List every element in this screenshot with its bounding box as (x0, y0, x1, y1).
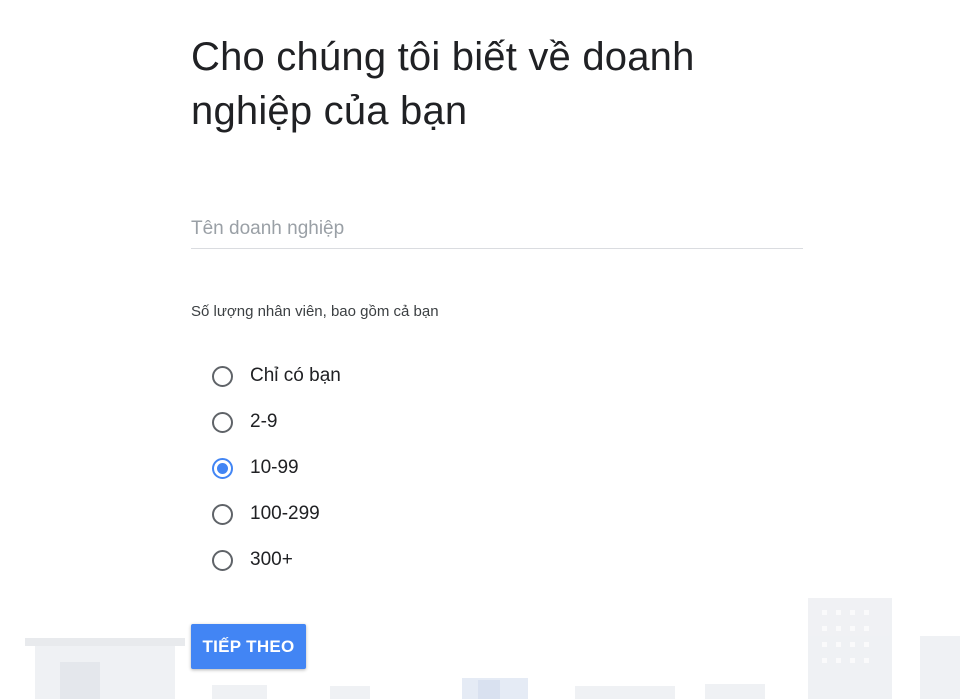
radio-button-icon[interactable] (212, 503, 233, 525)
radio-option-label: 10-99 (250, 457, 299, 478)
radio-button-icon[interactable] (212, 411, 233, 433)
city-skyline-illustration (25, 598, 960, 699)
radio-option-label: 100-299 (250, 503, 320, 524)
radio-option-just-you[interactable]: Chỉ có bạn (212, 361, 341, 391)
employee-count-label: Số lượng nhân viên, bao gồm cả bạn (191, 303, 439, 320)
radio-option-label: Chỉ có bạn (250, 365, 341, 386)
radio-button-icon[interactable] (212, 365, 233, 387)
business-name-input[interactable] (191, 210, 803, 249)
radio-option-10-99[interactable]: 10-99 (212, 453, 341, 483)
radio-option-2-9[interactable]: 2-9 (212, 407, 341, 437)
radio-option-label: 300+ (250, 549, 293, 570)
page-title: Cho chúng tôi biết về doanh nghiệp của b… (191, 35, 695, 133)
next-button[interactable]: TIẾP THEO (191, 624, 306, 669)
radio-option-100-299[interactable]: 100-299 (212, 499, 341, 529)
employee-count-radio-group: Chỉ có bạn 2-9 10-99 100-299 300+ (212, 361, 341, 591)
radio-button-icon[interactable] (212, 457, 233, 479)
radio-button-icon[interactable] (212, 549, 233, 571)
radio-option-label: 2-9 (250, 411, 278, 432)
radio-option-300-plus[interactable]: 300+ (212, 545, 341, 575)
